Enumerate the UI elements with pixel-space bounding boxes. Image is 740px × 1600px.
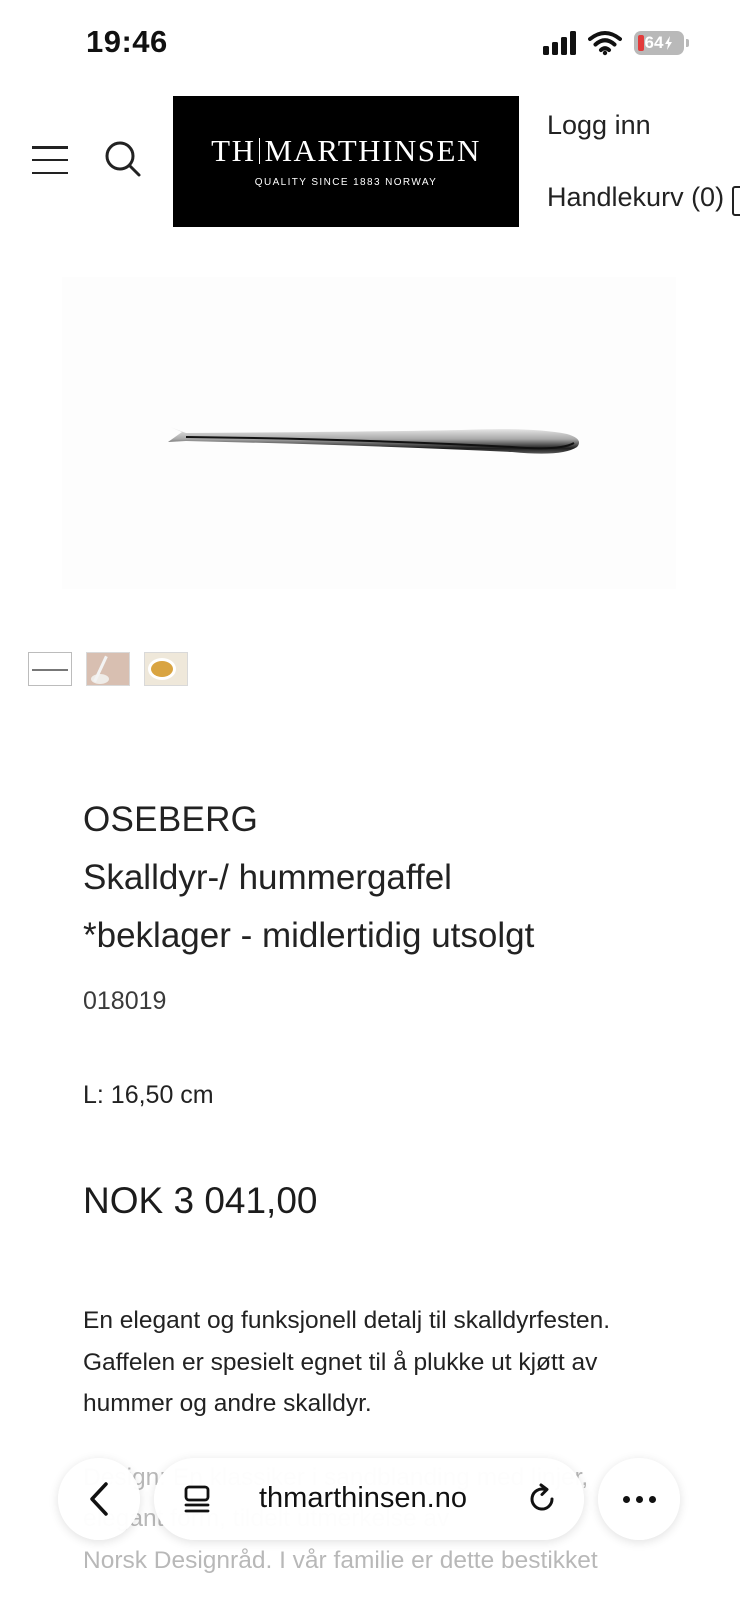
thumbnail-strip: [28, 652, 188, 686]
status-bar: 19:46 64: [0, 0, 740, 88]
more-icon: [622, 1495, 630, 1503]
url-text[interactable]: thmarthinsen.no: [259, 1482, 467, 1515]
status-time: 19:46: [86, 24, 168, 59]
login-link[interactable]: Logg inn: [547, 110, 651, 141]
description-line: hummer og andre skalldyr.: [83, 1390, 372, 1417]
browser-toolbar: thmarthinsen.no: [0, 1458, 740, 1540]
thumbnail-table-setting[interactable]: [86, 652, 130, 686]
signal-icon: [543, 31, 576, 55]
cart-link[interactable]: Handlekurv (0): [547, 182, 724, 213]
product-price: NOK 3 041,00: [83, 1180, 318, 1221]
tabs-icon[interactable]: [182, 1484, 212, 1514]
back-button[interactable]: [58, 1458, 140, 1540]
description-line: En elegant og funksjonell detalj til ska…: [83, 1307, 611, 1334]
search-icon[interactable]: [104, 140, 142, 178]
product-main-image[interactable]: [62, 277, 676, 589]
back-icon: [90, 1482, 108, 1516]
logo-wordmark: TH MARTHINSEN: [211, 133, 481, 168]
wifi-icon: [588, 31, 622, 56]
site-header: TH MARTHINSEN QUALITY SINCE 1883 NORWAY L…: [0, 94, 740, 228]
product-series: OSEBERG: [83, 800, 259, 839]
menu-icon[interactable]: [32, 146, 68, 174]
battery-charging-icon: 64: [634, 31, 689, 55]
address-bar[interactable]: thmarthinsen.no: [154, 1458, 584, 1540]
logo-tagline: QUALITY SINCE 1883 NORWAY: [254, 177, 438, 188]
brand-logo[interactable]: TH MARTHINSEN QUALITY SINCE 1883 NORWAY: [173, 96, 519, 227]
battery-level: 64: [644, 33, 664, 52]
availability-note: *beklager - midlertidig utsolgt: [83, 916, 535, 955]
status-icons: 64: [543, 30, 689, 56]
more-button[interactable]: [598, 1458, 680, 1540]
description-line: Gaffelen er spesielt egnet til å plukke …: [83, 1348, 598, 1376]
thumbnail-product[interactable]: [28, 652, 72, 686]
product-info: OSEBERG Skalldyr-/ hummergaffel *beklage…: [83, 800, 723, 1222]
reload-icon[interactable]: [526, 1482, 558, 1514]
product-name: Skalldyr-/ hummergaffel: [83, 858, 452, 897]
product-length: L: 16,50 cm: [83, 1081, 214, 1109]
product-sku: 018019: [83, 987, 167, 1015]
seafood-fork-image: [168, 427, 580, 454]
description-more-line: Norsk Designråd. I vår familie er dette …: [83, 1546, 598, 1574]
thumbnail-plated-dish[interactable]: [144, 652, 188, 686]
cart-icon[interactable]: [732, 186, 740, 216]
